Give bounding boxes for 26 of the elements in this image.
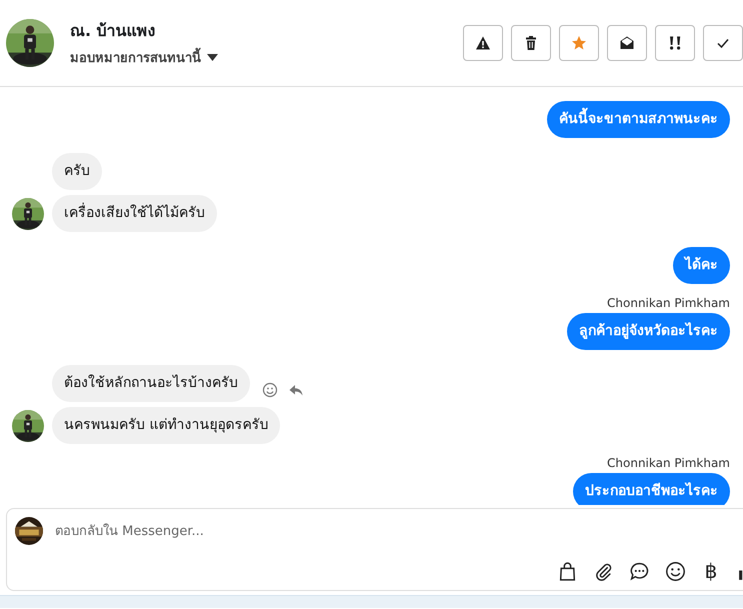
sent-message: คันนี้จะขาตามสภาพนะคะ <box>547 101 730 138</box>
envelope-icon <box>619 35 635 51</box>
assign-dropdown[interactable]: มอบหมายการสนทนานี้ <box>70 47 463 68</box>
trash-button[interactable] <box>511 25 551 61</box>
received-message: ต้องใช้หลักถานอะไรบ้างครับ <box>52 365 250 402</box>
star-icon <box>571 35 587 51</box>
received-message: เครื่องเสียงใช้ได้ไม้ครับ <box>52 195 217 232</box>
warning-icon <box>475 35 491 51</box>
sent-message: ลูกค้าอยู่จังหวัดอะไรคะ <box>567 313 730 350</box>
urgent-button[interactable] <box>655 25 695 61</box>
urgent-icon <box>667 35 683 51</box>
warning-button[interactable] <box>463 25 503 61</box>
star-button[interactable] <box>559 25 599 61</box>
contact-name: ณ. บ้านแพง <box>70 20 157 42</box>
sent-message: ได้คะ <box>673 247 730 284</box>
received-message: ครับ <box>52 153 102 190</box>
check-button[interactable] <box>703 25 743 61</box>
sender-name: Chonnikan Pimkham <box>607 456 730 470</box>
sent-message: ประกอบอาชีพอะไรคะ <box>573 473 730 505</box>
caret-icon <box>207 54 218 61</box>
trash-icon <box>523 35 539 51</box>
sender-name: Chonnikan Pimkham <box>607 296 730 310</box>
currency-button[interactable]: ฿ <box>699 559 723 583</box>
envelope-button[interactable] <box>607 25 647 61</box>
received-message: นครพนมครับ แต่ทำงานยุอุดรครับ <box>52 407 280 444</box>
smiley-icon[interactable] <box>663 559 687 583</box>
